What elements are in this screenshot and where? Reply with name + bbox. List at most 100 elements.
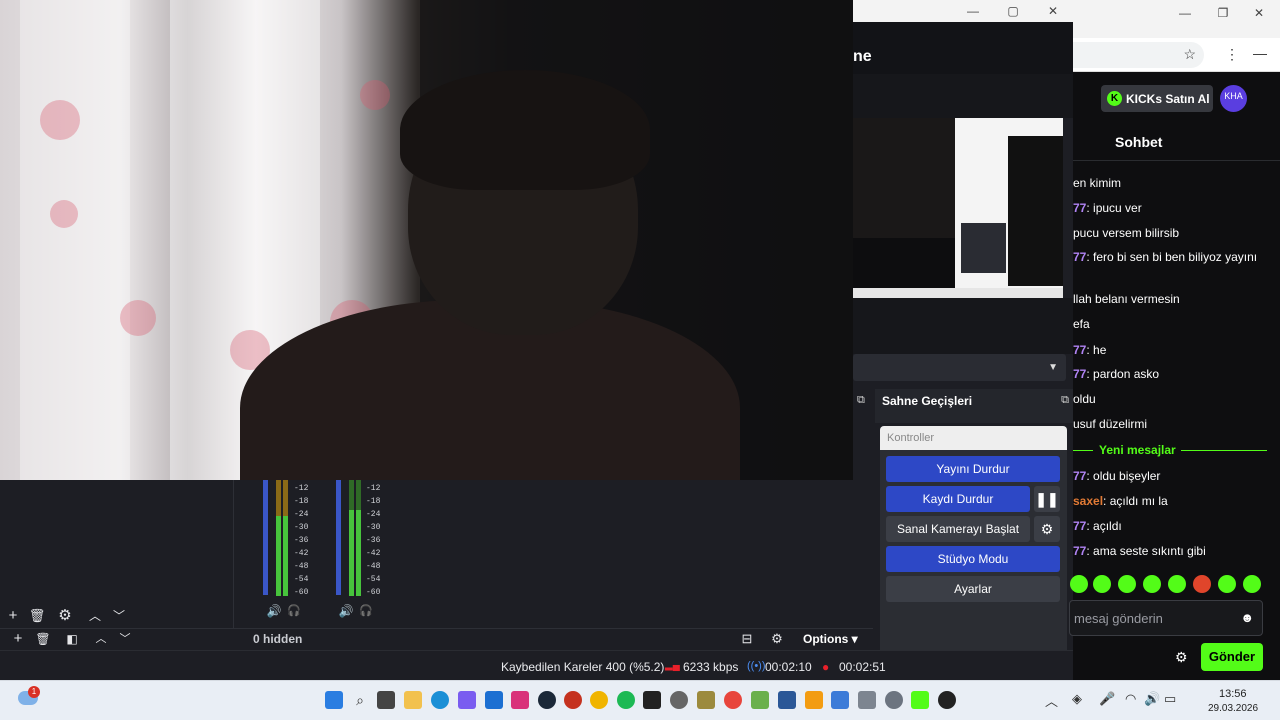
layout-icon[interactable]: ⊟	[738, 630, 756, 648]
chat-username[interactable]: 77	[1073, 201, 1086, 215]
app-icon[interactable]	[670, 691, 688, 709]
emote-icon[interactable]	[1218, 575, 1236, 593]
chevron-up-icon[interactable]: ︿	[92, 630, 110, 648]
clock-date[interactable]: 29.03.2026	[1208, 703, 1258, 714]
level-meter	[356, 510, 361, 596]
chat-username[interactable]: 77	[1073, 343, 1086, 357]
task-view-icon[interactable]	[377, 691, 395, 709]
app-icon[interactable]	[697, 691, 715, 709]
chrome-icon[interactable]	[724, 691, 742, 709]
emote-icon[interactable]	[1243, 575, 1261, 593]
volume-slider[interactable]	[336, 480, 341, 595]
app-icon[interactable]	[590, 691, 608, 709]
obs-panel	[853, 74, 1073, 118]
avatar[interactable]: KHA	[1220, 85, 1247, 112]
gear-icon[interactable]: ⚙	[1034, 516, 1060, 542]
trash-icon[interactable]: 🗑	[28, 607, 46, 625]
stop-streaming-button[interactable]: Yayını Durdur	[886, 456, 1060, 482]
battery-icon[interactable]: ▭	[1164, 691, 1176, 707]
app-icon[interactable]	[831, 691, 849, 709]
chat-username[interactable]: 77	[1073, 367, 1086, 381]
app-tray-icon[interactable]: ◈	[1072, 691, 1082, 707]
close-icon[interactable]: ✕	[1244, 4, 1274, 22]
star-icon[interactable]: ☆	[1183, 46, 1196, 63]
studio-mode-button[interactable]: Stüdyo Modu	[886, 546, 1060, 572]
headphones-icon[interactable]: 🎧	[285, 602, 303, 620]
level-label: -18	[294, 497, 309, 506]
chat-username[interactable]: saxel	[1073, 494, 1103, 508]
search-icon[interactable]: ⌕	[351, 691, 369, 709]
volume-icon[interactable]: 🔊	[1144, 691, 1160, 707]
speaker-icon[interactable]: 🔊	[265, 602, 283, 620]
scene-select[interactable]: ▼	[853, 354, 1066, 381]
gear-icon[interactable]: ⚙	[56, 607, 74, 625]
emote-icon[interactable]	[1143, 575, 1161, 593]
windows-start-icon[interactable]	[325, 691, 343, 709]
spotify-icon[interactable]	[617, 691, 635, 709]
chevron-up-icon[interactable]: ︿	[86, 607, 104, 625]
settings-icon[interactable]	[885, 691, 903, 709]
copilot-icon[interactable]	[458, 691, 476, 709]
emote-icon[interactable]	[1118, 575, 1136, 593]
app-icon[interactable]	[751, 691, 769, 709]
microphone-icon[interactable]: 🎤	[1099, 691, 1115, 707]
kick-icon[interactable]	[911, 691, 929, 709]
app-icon[interactable]	[805, 691, 823, 709]
trash-icon[interactable]: 🗑	[34, 630, 52, 648]
chevron-down-icon[interactable]: ﹀	[110, 607, 128, 625]
preview-webcam	[853, 118, 955, 238]
minimize-icon[interactable]: —	[1170, 4, 1200, 22]
emote-icon[interactable]	[1070, 575, 1088, 593]
add-icon[interactable]: +	[9, 630, 27, 648]
emote-icon[interactable]	[1093, 575, 1111, 593]
pause-icon[interactable]: ❚❚	[1034, 486, 1060, 512]
gear-icon[interactable]: ⚙	[1175, 649, 1188, 666]
headphones-icon[interactable]: 🎧	[357, 602, 375, 620]
app-icon[interactable]	[564, 691, 582, 709]
file-explorer-icon[interactable]	[404, 691, 422, 709]
minus-icon[interactable]: —	[1253, 45, 1267, 61]
store-icon[interactable]	[485, 691, 503, 709]
undock-icon[interactable]: ⧉	[857, 394, 865, 407]
buy-kicks-button[interactable]: K KICKs Satın Al	[1101, 85, 1213, 112]
chat-input[interactable]: mesaj gönderin ☻	[1069, 600, 1263, 636]
instagram-icon[interactable]	[511, 691, 529, 709]
volume-slider[interactable]	[263, 480, 268, 595]
chat-username[interactable]: 77	[1073, 519, 1086, 533]
hidden-count: 0 hidden	[253, 632, 303, 646]
settings-button[interactable]: Ayarlar	[886, 576, 1060, 602]
maximize-icon[interactable]: ▢	[998, 2, 1028, 20]
options-button[interactable]: Options ▾	[803, 632, 858, 646]
chevron-down-icon[interactable]: ﹀	[116, 630, 134, 648]
chat-message: 77: ipucu ver	[1073, 201, 1142, 215]
stop-recording-button[interactable]: Kaydı Durdur	[886, 486, 1030, 512]
word-icon[interactable]	[778, 691, 796, 709]
wifi-icon[interactable]: ◠	[1125, 691, 1136, 707]
address-bar[interactable]: ☆	[1073, 42, 1204, 68]
epic-games-icon[interactable]	[643, 691, 661, 709]
edge-icon[interactable]	[431, 691, 449, 709]
speaker-icon[interactable]: 🔊	[337, 602, 355, 620]
start-virtual-camera-button[interactable]: Sanal Kamerayı Başlat	[886, 516, 1030, 542]
record-time: 00:02:51	[839, 660, 886, 674]
emote-icon[interactable]	[1193, 575, 1211, 593]
chat-username[interactable]: 77	[1073, 544, 1086, 558]
emote-icon[interactable]	[1168, 575, 1186, 593]
undock-icon[interactable]: ⧉	[1061, 394, 1069, 407]
camera-icon[interactable]	[858, 691, 876, 709]
chat-username[interactable]: 77	[1073, 469, 1086, 483]
chevron-up-icon[interactable]: ︿	[1045, 691, 1058, 710]
advanced-audio-icon[interactable]: ⚙	[768, 630, 786, 648]
close-icon[interactable]: ✕	[1038, 2, 1068, 20]
restore-icon[interactable]: ❐	[1208, 4, 1238, 22]
chat-username[interactable]: 77	[1073, 250, 1086, 264]
menu-icon[interactable]: ⋮	[1225, 46, 1239, 63]
obs-icon[interactable]	[938, 691, 956, 709]
send-button[interactable]: Gönder	[1201, 643, 1263, 671]
filter-icon[interactable]: ◧	[63, 630, 81, 648]
clock-time[interactable]: 13:56	[1219, 688, 1247, 700]
minimize-icon[interactable]: —	[958, 2, 988, 20]
add-icon[interactable]: +	[4, 607, 22, 625]
steam-icon[interactable]	[538, 691, 556, 709]
emoji-icon[interactable]: ☻	[1240, 610, 1254, 625]
